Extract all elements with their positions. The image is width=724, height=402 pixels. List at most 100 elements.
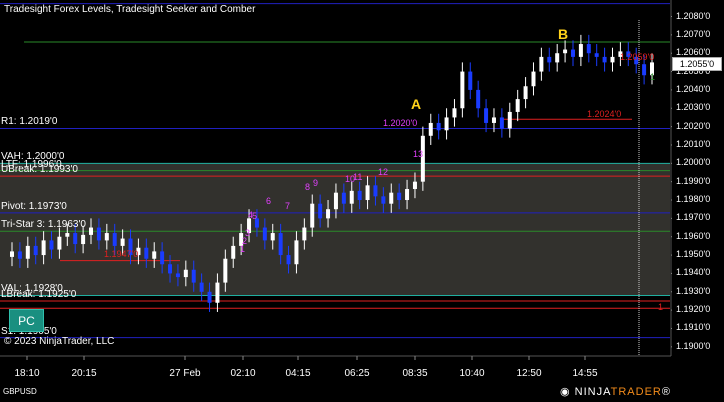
candle-body	[144, 247, 149, 259]
candle-body	[436, 122, 441, 131]
candle-body	[41, 240, 46, 256]
ninjatrader-logo: ◉ NINJATRADER®	[560, 386, 671, 398]
copyright-text: © 2023 NinjaTrader, LLC	[4, 336, 115, 347]
price-tick-label: 1.1910'0	[676, 322, 711, 333]
level-label: Pivot: 1.1973'0	[1, 200, 67, 212]
time-tick-label: 08:35	[402, 368, 428, 379]
candle-body	[547, 56, 552, 63]
candle-body	[428, 122, 433, 136]
candle-body	[349, 190, 354, 204]
level-label: LBreak: 1.1925'0	[1, 288, 77, 300]
price-tick-label: 1.1900'0	[676, 340, 711, 351]
inline-price-label: 1.2024'0	[587, 109, 622, 119]
candle-body	[444, 117, 449, 131]
candle-body	[642, 64, 647, 76]
price-tick-label: 1.2060'0	[676, 47, 711, 58]
seeker-count: 9	[313, 178, 318, 188]
price-tick-label: 1.2000'0	[676, 157, 711, 168]
inline-price-label: 1	[658, 302, 664, 312]
time-tick-label: 04:15	[285, 368, 311, 379]
candle-body	[65, 233, 70, 237]
candle-body	[10, 251, 14, 257]
candle-body	[357, 190, 362, 201]
price-tick-label: 1.1930'0	[676, 285, 711, 296]
symbol-label: GBPUSD	[3, 387, 37, 396]
level-label: R1: 1.2019'0	[1, 116, 58, 128]
candle-body	[231, 245, 236, 259]
candle-body	[397, 192, 402, 201]
candle-body	[594, 53, 599, 57]
chart-panel[interactable]: 1 2 3 4 5 6 7 8 9 10 11 12 13 1.2080'0 1.2070'0 1.2060…	[0, 0, 724, 402]
price-tick-label: 1.1970'0	[676, 212, 711, 223]
candle-body	[160, 251, 165, 265]
candle-body	[104, 233, 109, 241]
candle-body	[168, 264, 173, 274]
candle-body	[412, 181, 417, 190]
candle-body	[460, 71, 465, 109]
candle-body	[278, 233, 283, 256]
candle-body	[262, 227, 267, 241]
time-tick-label: 14:55	[572, 368, 598, 379]
price-tick-label: 1.1940'0	[676, 267, 711, 278]
candle-body	[365, 185, 370, 201]
candle-body	[507, 111, 512, 129]
price-tick-label: 1.2080'0	[676, 10, 711, 21]
candle-body	[389, 192, 394, 204]
candle-body	[120, 238, 125, 246]
candle-body	[223, 258, 228, 283]
candle-body	[563, 49, 568, 54]
seeker-count: 6	[266, 196, 271, 206]
candle-body	[586, 44, 591, 54]
candle-body	[286, 255, 291, 265]
price-tick-label: 1.2020'0	[676, 120, 711, 131]
candle-body	[81, 234, 86, 245]
time-tick-label: 12:50	[516, 368, 542, 379]
time-tick-label: 06:25	[344, 368, 370, 379]
candle-body	[523, 86, 528, 100]
candle-body	[183, 269, 188, 278]
candle-body	[578, 44, 583, 57]
candle-body	[484, 108, 489, 123]
seeker-count: 8	[305, 182, 310, 192]
candle-body	[215, 282, 220, 303]
time-tick-label: 02:10	[230, 368, 256, 379]
seeker-count: 7	[285, 201, 290, 211]
candle-body	[602, 56, 607, 63]
candle-body	[152, 251, 157, 259]
candle-body	[191, 269, 196, 283]
indicator-title: Tradesight Forex Levels, Tradesight Seek…	[4, 4, 256, 15]
candle-body	[333, 192, 338, 210]
candle-body	[302, 227, 307, 241]
candle-body	[476, 89, 481, 109]
candle-body	[326, 209, 331, 219]
candle-body	[491, 117, 496, 123]
candle-body	[33, 245, 38, 256]
candle-body	[73, 233, 78, 245]
seeker-count: 5	[252, 211, 257, 221]
candle-body	[49, 240, 54, 250]
candle-body	[318, 203, 323, 219]
candle-body	[531, 71, 536, 87]
pc-button[interactable]: PC	[9, 309, 44, 332]
level-label: Tri-Star 3: 1.1963'0	[1, 219, 86, 231]
current-price-marker: 1.2055'0	[672, 57, 722, 71]
price-tick-label: 1.1980'0	[676, 194, 711, 205]
marker-b: B	[558, 26, 569, 42]
candle-body	[373, 185, 378, 197]
inline-price-label: 1.2059'0	[620, 52, 655, 62]
candle-body	[499, 117, 504, 129]
candle-body	[270, 233, 275, 241]
price-tick-label: 1.2030'0	[676, 102, 711, 113]
marker-a: A	[411, 96, 422, 112]
price-tick-label: 1.1920'0	[676, 304, 711, 315]
level-label: UBreak: 1.1993'0	[1, 164, 78, 176]
seeker-count: 12	[378, 167, 388, 177]
candle-body	[89, 227, 94, 235]
candle-body	[57, 236, 62, 250]
price-tick-label: 1.2010'0	[676, 138, 711, 149]
level-label: R2: 1.2087'0	[1, 0, 57, 3]
candle-body	[17, 251, 22, 259]
candle-body	[610, 56, 615, 63]
candle-body	[555, 53, 560, 63]
time-tick-label: 10:40	[459, 368, 485, 379]
